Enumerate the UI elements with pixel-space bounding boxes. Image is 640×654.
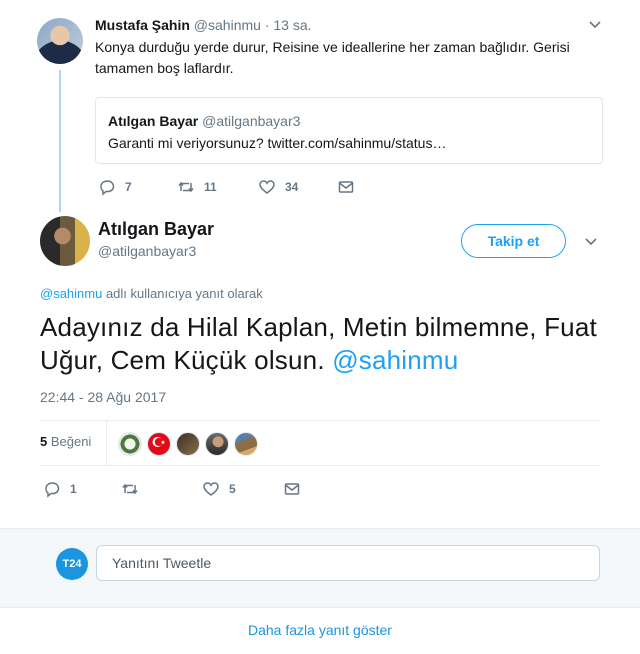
quoted-author-name: Atılgan Bayar (108, 113, 199, 129)
replying-to-mention[interactable]: @sahinmu (40, 286, 102, 301)
quoted-author-handle: @atilganbayar3 (202, 113, 301, 129)
quoted-tweet-text: Garanti mi veriyorsunuz? twitter.com/sah… (108, 135, 447, 151)
tweet1-author-name[interactable]: Mustafa Şahin (95, 17, 190, 33)
tweet2-like-count: 5 (229, 482, 236, 496)
tweet2-text-mention[interactable]: @sahinmu (332, 345, 458, 375)
tweet2-reply-count: 1 (70, 482, 77, 496)
tweet1-retweet-count: 11 (204, 180, 217, 194)
tweet1-dm-button[interactable] (337, 178, 355, 196)
tweet2-like-button[interactable]: 5 (202, 480, 236, 498)
tweet1-timestamp[interactable]: 13 sa. (273, 17, 311, 33)
tweet1-header: Mustafa Şahin @sahinmu · 13 sa. (95, 17, 312, 33)
tweet1-reply-count: 7 (125, 180, 132, 194)
liker-avatar[interactable] (118, 432, 142, 456)
tweet1-separator: · (264, 17, 270, 33)
direct-message-icon (283, 480, 301, 498)
tweet2-text: Adayınız da Hilal Kaplan, Metin bilmemne… (40, 311, 600, 377)
liker-avatar[interactable] (176, 432, 200, 456)
chevron-down-icon[interactable] (585, 238, 597, 246)
direct-message-icon (337, 178, 355, 196)
retweet-icon (177, 178, 195, 196)
divider-top (40, 420, 600, 421)
tweet2-author-handle[interactable]: @atilganbayar3 (98, 243, 196, 259)
follow-button[interactable]: Takip et (461, 224, 566, 258)
replying-to-suffix: adlı kullanıcıya yanıt olarak (102, 286, 263, 301)
tweet2-reply-button[interactable]: 1 (43, 480, 77, 498)
tweet2-datetime[interactable]: 22:44 - 28 Ağu 2017 (40, 389, 166, 405)
tweet1-like-button[interactable]: 34 (258, 178, 298, 196)
divider-bottom (40, 465, 600, 466)
avatar-mustafa-sahin[interactable] (37, 18, 83, 64)
liker-avatar[interactable] (205, 432, 229, 456)
chevron-down-icon[interactable] (589, 21, 601, 29)
replying-to-line: @sahinmu adlı kullanıcıya yanıt olarak (40, 286, 263, 301)
like-icon (258, 178, 276, 196)
tweet1-like-count: 34 (285, 180, 299, 194)
tweet2-retweet-button[interactable] (121, 480, 148, 498)
reply-icon (98, 178, 116, 196)
current-user-avatar: T24 (56, 548, 88, 580)
tweet1-reply-button[interactable]: 7 (98, 178, 132, 196)
turkish-flag-icon (149, 433, 169, 455)
tweet1-author-handle[interactable]: @sahinmu (194, 17, 261, 33)
show-more-replies-link[interactable]: Daha fazla yanıt göster (0, 622, 640, 638)
reply-icon (43, 480, 61, 498)
tweet1-retweet-button[interactable]: 11 (177, 178, 217, 196)
quoted-tweet-header: Atılgan Bayar @atilganbayar3 (108, 113, 300, 129)
liker-avatar[interactable] (234, 432, 258, 456)
tweet1-text: Konya durduğu yerde durur, Reisine ve id… (95, 39, 570, 76)
liker-avatar[interactable] (147, 432, 171, 456)
thread-connector-line (59, 70, 61, 212)
likes-summary[interactable]: 5 Beğeni (40, 434, 91, 449)
likes-separator (106, 420, 107, 465)
tweet2-dm-button[interactable] (283, 480, 301, 498)
quoted-tweet[interactable]: Atılgan Bayar @atilganbayar3 Garanti mi … (95, 97, 603, 164)
tweet2-text-main: Adayınız da Hilal Kaplan, Metin bilmemne… (40, 312, 597, 375)
tweet2-author-name[interactable]: Atılgan Bayar (98, 219, 214, 240)
avatar-atilgan-bayar[interactable] (40, 216, 90, 266)
retweet-icon (121, 480, 139, 498)
likes-label: Beğeni (47, 434, 92, 449)
reply-input[interactable] (96, 545, 600, 581)
like-icon (202, 480, 220, 498)
